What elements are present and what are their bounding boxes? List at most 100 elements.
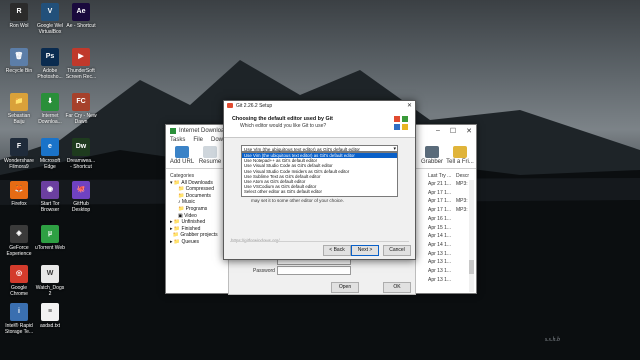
ok-button[interactable]: OK — [383, 282, 411, 293]
desktop-icon[interactable]: F Wondershare Filmora9 — [3, 138, 35, 170]
table-row-date[interactable]: Apr 13 1... — [428, 268, 451, 274]
table-row-date[interactable]: Apr 14 1... — [428, 242, 451, 248]
desktop-icon[interactable]: V Google Wel VirtualBox — [34, 3, 66, 35]
git-app-icon — [227, 103, 233, 108]
close-icon[interactable]: ✕ — [407, 102, 412, 109]
git-header: Choosing the default editor used by Git … — [224, 110, 415, 138]
desktop-icon[interactable]: 📁 Sebastian Baiju — [3, 93, 35, 125]
desktop-icon-label: Sebastian Baiju — [7, 113, 31, 125]
idm-scrollbar[interactable] — [469, 180, 474, 292]
desktop-icon-label: Adobe Photosho... — [37, 68, 63, 80]
desktop-icon[interactable]: ◈ GeForce Experience — [3, 225, 35, 257]
table-row-desc[interactable]: MP3: — [456, 198, 468, 204]
editor-select[interactable]: Use Vim (the ubiquitous text editor) as … — [241, 145, 398, 152]
table-row-date[interactable]: Apr 13 1... — [428, 251, 451, 257]
desktop-icon[interactable]: 🦊 Firefox — [3, 181, 35, 207]
desktop-icon-label: Google Wel VirtualBox — [36, 23, 64, 35]
category-programs[interactable]: 📁 Programs — [170, 206, 228, 213]
cancel-button[interactable]: Cancel — [383, 245, 411, 256]
tell-friend-button[interactable]: Tell a Fri... — [446, 146, 474, 165]
desktop-icon-label: Ae - Shortcut — [66, 23, 96, 29]
app-icon: ◈ — [10, 225, 28, 243]
next-button[interactable]: Next > — [351, 245, 379, 256]
tell-friend-icon — [453, 146, 467, 158]
desktop-icon[interactable]: ◎ Google Chrome — [3, 265, 35, 297]
desktop-icon[interactable]: R Ron Wol — [3, 3, 35, 29]
categories-panel: Categories ▾ 📁 All Downloads 📁 Compresse… — [170, 173, 229, 291]
table-row-date[interactable]: Apr 15 1... — [428, 225, 451, 231]
desktop-icon-label: Ron Wol — [9, 23, 29, 29]
category-music[interactable]: ♪ Music — [170, 199, 228, 206]
table-row-date[interactable]: Apr 16 1... — [428, 216, 451, 222]
desktop-icon[interactable]: 🐙 GitHub Desktop — [65, 181, 97, 213]
desktop-icon[interactable]: e Microsoft Edge — [34, 138, 66, 170]
desktop-icon[interactable]: W Watch_Dogs 2 — [34, 265, 66, 297]
add-url-icon — [175, 146, 189, 158]
app-icon: ≡ — [41, 303, 59, 321]
app-icon: e — [41, 138, 59, 156]
git-description: may set it to some other editor of your … — [251, 198, 344, 203]
app-icon: R — [10, 3, 28, 21]
desktop-icon[interactable]: FC Far Cry - New Dawn — [65, 93, 97, 125]
git-logo-icon — [394, 116, 408, 130]
category-grabber-projects[interactable]: 📁 Grabber projects — [170, 232, 228, 239]
desktop-icon-label: Internet Downloa... — [38, 113, 62, 125]
git-title: Git 2.26.2 Setup — [236, 102, 273, 109]
desktop-icon[interactable]: µ uTorrent Web — [34, 225, 66, 251]
git-titlebar[interactable]: Git 2.26.2 Setup ✕ — [224, 101, 415, 110]
app-icon: 📁 — [10, 93, 28, 111]
categories-header: Categories — [170, 173, 195, 179]
table-row-date[interactable]: Apr 14 1... — [428, 233, 451, 239]
desktop-icon-label: Far Cry - New Dawn — [65, 113, 97, 125]
resume-button[interactable]: Resume — [196, 146, 224, 165]
grabber-icon — [425, 146, 439, 158]
table-row-date[interactable]: Apr 13 1... — [428, 259, 451, 265]
app-icon: F — [10, 138, 28, 156]
column-description[interactable]: Descr — [456, 173, 469, 179]
table-row-desc[interactable]: MP3: — [456, 207, 468, 213]
scroll-thumb[interactable] — [469, 260, 474, 274]
desktop-icon[interactable]: ▶ ThunderSoft Screen Rec... — [65, 48, 97, 80]
table-row-desc[interactable]: MP3: — [456, 181, 468, 187]
app-icon: 🐙 — [72, 181, 90, 199]
password-label: Password — [253, 268, 275, 274]
desktop-icon[interactable]: 🗑 Recycle Bin — [3, 48, 35, 74]
desktop-icon-label: ThunderSoft Screen Rec... — [65, 68, 97, 80]
category-queues[interactable]: ▸ 📁 Queues — [170, 239, 228, 246]
desktop-icon[interactable]: i Intel® Rapid Storage Te... — [3, 303, 35, 335]
column-last-try[interactable]: Last Try ... — [428, 173, 451, 179]
menu-tasks[interactable]: Tasks — [170, 137, 185, 146]
table-row-date[interactable]: Apr 13 1... — [428, 277, 451, 283]
editor-options-list[interactable]: Use Vim (the ubiquitous text editor) as … — [241, 152, 398, 197]
add-url-button[interactable]: Add URL — [168, 146, 196, 165]
table-row-date[interactable]: Apr 17 1... — [428, 198, 451, 204]
open-button[interactable]: Open — [331, 282, 359, 293]
desktop-icon[interactable]: ≡ asdsd.txt — [34, 303, 66, 329]
desktop-icon-label: asdsd.txt — [39, 323, 60, 329]
table-row-date[interactable]: Apr 17 1... — [428, 207, 451, 213]
minimize-icon[interactable]: – — [436, 127, 440, 135]
maximize-icon[interactable]: ☐ — [450, 127, 456, 135]
editor-option[interactable]: Select other editor as Git's default edi… — [242, 189, 397, 194]
app-icon: W — [41, 265, 59, 283]
category-compressed[interactable]: 📁 Compressed — [170, 186, 228, 193]
close-icon[interactable]: ✕ — [466, 127, 472, 135]
table-row-date[interactable]: Apr 17 1... — [428, 190, 451, 196]
back-button[interactable]: < Back — [323, 245, 351, 256]
desktop-icon[interactable]: Ae Ae - Shortcut — [65, 3, 97, 29]
category-finished[interactable]: ▸ 📁 Finished — [170, 226, 228, 233]
menu-file[interactable]: File — [193, 137, 203, 146]
table-row-date[interactable]: Apr 21 1... — [428, 181, 451, 187]
category-unfinished[interactable]: ▸ 📁 Unfinished — [170, 219, 228, 226]
desktop-icon[interactable]: ⬇ Internet Downloa... — [34, 93, 66, 125]
desktop-icon-label: Start Tor Browser — [40, 201, 60, 213]
category-all-downloads[interactable]: ▾ 📁 All Downloads — [170, 180, 228, 187]
category-video[interactable]: ▣ Video — [170, 213, 228, 220]
category-documents[interactable]: 📁 Documents — [170, 193, 228, 200]
password-field[interactable] — [277, 266, 351, 275]
desktop-icon[interactable]: Ps Adobe Photosho... — [34, 48, 66, 80]
grabber-button[interactable]: Grabber — [418, 146, 446, 165]
desktop-icon[interactable]: Dw Dreamwea... - Shortcut — [65, 138, 97, 170]
resume-icon — [203, 146, 217, 158]
desktop-icon[interactable]: ◉ Start Tor Browser — [34, 181, 66, 213]
